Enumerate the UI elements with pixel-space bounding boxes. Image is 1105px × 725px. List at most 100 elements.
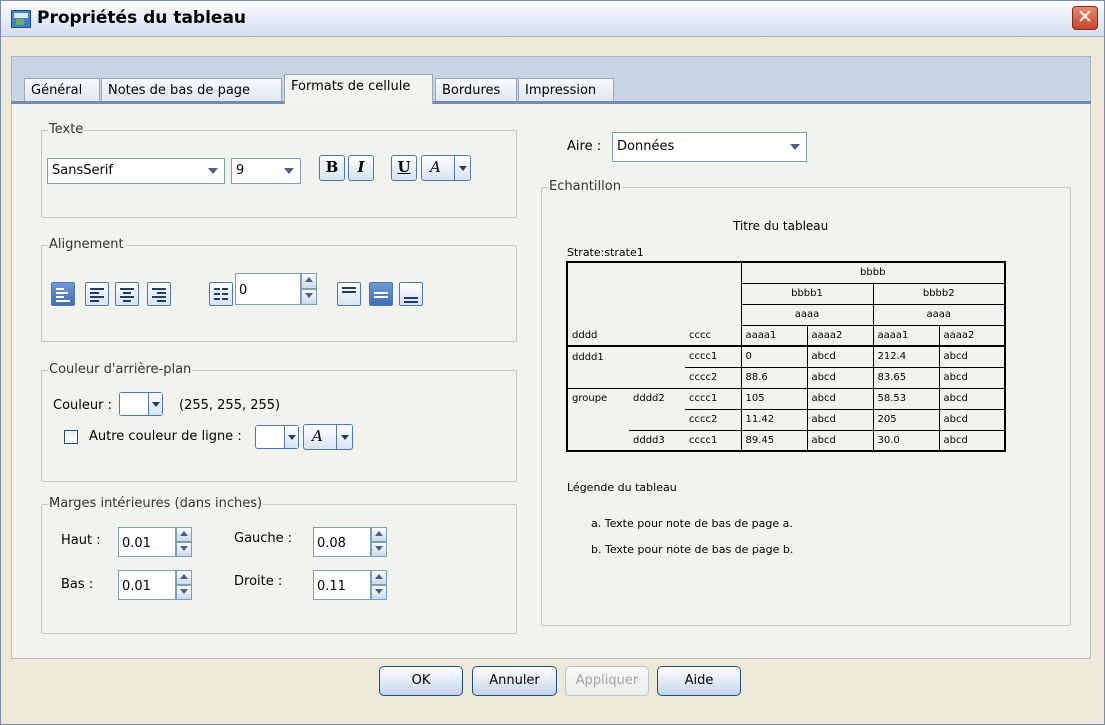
- chevron-down-icon: [208, 168, 218, 174]
- margin-bottom-input[interactable]: 0.01: [118, 570, 176, 600]
- tab-printing[interactable]: Impression: [518, 78, 614, 103]
- data-cell: 89.45: [740, 430, 807, 452]
- spin-up-icon[interactable]: [176, 527, 192, 542]
- data-cell: abcd: [806, 346, 873, 368]
- row-group-label: groupe: [566, 388, 629, 409]
- chevron-down-icon: [790, 144, 800, 150]
- ok-button[interactable]: OK: [379, 666, 463, 696]
- data-cell: abcd: [806, 388, 873, 410]
- dialog-window: Propriétés du tableau ✕ Général Notes de…: [0, 0, 1105, 725]
- margins-group: Marges intérieures (dans inches): [41, 496, 517, 634]
- spin-down-icon[interactable]: [301, 289, 317, 305]
- title-bar: Propriétés du tableau ✕: [1, 1, 1104, 37]
- chevron-down-icon: [148, 393, 162, 415]
- margin-bottom-label: Bas :: [61, 577, 94, 592]
- background-color-label: Couleur :: [53, 398, 112, 413]
- col-header-leaf: aaaa1: [872, 325, 939, 347]
- spin-down-icon[interactable]: [176, 542, 192, 557]
- tab-general[interactable]: Général: [24, 78, 100, 103]
- data-cell: 11.42: [740, 409, 807, 431]
- spin-up-icon[interactable]: [371, 570, 387, 585]
- data-cell: abcd: [938, 430, 1006, 452]
- chevron-down-icon: [459, 166, 467, 171]
- spin-up-icon[interactable]: [371, 527, 387, 542]
- chevron-down-icon: [284, 426, 298, 448]
- indent-input[interactable]: 0: [235, 273, 301, 305]
- font-family-select[interactable]: SansSerif: [47, 158, 225, 184]
- align-mixed-button[interactable]: [51, 282, 75, 306]
- area-value: Données: [617, 139, 675, 154]
- area-select[interactable]: Données: [612, 132, 807, 162]
- alt-row-color-picker[interactable]: [255, 425, 299, 449]
- spin-up-icon[interactable]: [176, 570, 192, 585]
- align-center-button[interactable]: [115, 282, 139, 306]
- spin-down-icon[interactable]: [371, 542, 387, 557]
- tab-footnotes[interactable]: Notes de bas de page: [101, 78, 282, 103]
- font-size-select[interactable]: 9: [231, 158, 301, 184]
- font-size-value: 9: [236, 163, 245, 178]
- data-cell: 30.0: [872, 430, 939, 452]
- valign-bottom-button[interactable]: [399, 282, 423, 306]
- row-leaf-label: cccc2: [685, 367, 741, 389]
- chevron-down-icon: [341, 435, 349, 440]
- decimal-align-button[interactable]: [209, 282, 233, 306]
- app-table-icon: [11, 10, 31, 28]
- row-sub-label: dddd2: [633, 393, 665, 405]
- margin-top-spinner[interactable]: [176, 527, 192, 557]
- data-cell: abcd: [806, 430, 873, 452]
- tab-strip: Général Notes de bas de page Formats de …: [11, 56, 1091, 104]
- row-group-label: dddd1: [566, 346, 685, 367]
- col-header-subsub: aaaa: [872, 304, 1006, 326]
- data-cell: abcd: [938, 346, 1006, 368]
- indent-spinner[interactable]: [301, 273, 317, 305]
- alt-row-text-color-button[interactable]: A: [303, 424, 353, 450]
- cancel-button[interactable]: Annuler: [472, 666, 557, 696]
- underline-button[interactable]: U: [391, 155, 417, 181]
- align-right-button[interactable]: [147, 282, 171, 306]
- sample-table: bbbb bbbb1 bbbb2 aaaa aaaa dddd cccc aaa…: [566, 261, 1006, 452]
- col-header-sub: bbbb1: [740, 283, 873, 305]
- background-rgb-value: (255, 255, 255): [179, 398, 281, 413]
- data-cell: 88.6: [740, 367, 807, 389]
- text-color-icon: A: [312, 427, 323, 445]
- data-cell: 83.65: [872, 367, 939, 389]
- col-header-subsub: aaaa: [740, 304, 873, 326]
- data-cell: 105: [740, 388, 807, 410]
- data-cell: abcd: [806, 409, 873, 431]
- background-group-legend: Couleur d'arrière-plan: [48, 362, 193, 377]
- sample-table-title: Titre du tableau: [733, 219, 829, 233]
- valign-middle-button[interactable]: [369, 282, 393, 306]
- margin-right-spinner[interactable]: [371, 570, 387, 600]
- spin-down-icon[interactable]: [371, 585, 387, 600]
- data-cell: 58.53: [872, 388, 939, 410]
- text-color-button[interactable]: A: [421, 155, 471, 181]
- valign-top-button[interactable]: [337, 282, 361, 306]
- margin-left-input[interactable]: 0.08: [313, 527, 371, 557]
- text-color-arrow-icon: [336, 425, 337, 449]
- margin-left-label: Gauche :: [234, 531, 293, 546]
- align-left-button[interactable]: [85, 282, 109, 306]
- alt-row-color-checkbox[interactable]: [64, 430, 78, 444]
- margin-bottom-spinner[interactable]: [176, 570, 192, 600]
- margin-left-spinner[interactable]: [371, 527, 387, 557]
- close-button[interactable]: ✕: [1072, 6, 1098, 30]
- data-cell: 0: [740, 346, 807, 368]
- background-color-picker[interactable]: [119, 392, 163, 416]
- text-group-legend: Texte: [48, 122, 85, 137]
- dialog-title: Propriétés du tableau: [37, 8, 247, 28]
- margin-top-input[interactable]: 0.01: [118, 527, 176, 557]
- margin-right-input[interactable]: 0.11: [313, 570, 371, 600]
- help-button[interactable]: Aide: [657, 666, 741, 696]
- spin-up-icon[interactable]: [301, 273, 317, 289]
- col-header-leaf: aaaa2: [938, 325, 1006, 347]
- row-sub-label: dddd3: [629, 430, 685, 452]
- bold-button[interactable]: B: [319, 155, 345, 181]
- italic-button[interactable]: I: [348, 155, 374, 181]
- apply-button[interactable]: Appliquer: [565, 666, 649, 696]
- sample-group-legend: Echantillon: [548, 179, 622, 194]
- tab-cell-formats[interactable]: Formats de cellule: [284, 74, 433, 104]
- margin-right-label: Droite :: [234, 574, 283, 589]
- tab-borders[interactable]: Bordures: [435, 78, 517, 103]
- row-dim-label: cccc: [685, 325, 741, 347]
- spin-down-icon[interactable]: [176, 585, 192, 600]
